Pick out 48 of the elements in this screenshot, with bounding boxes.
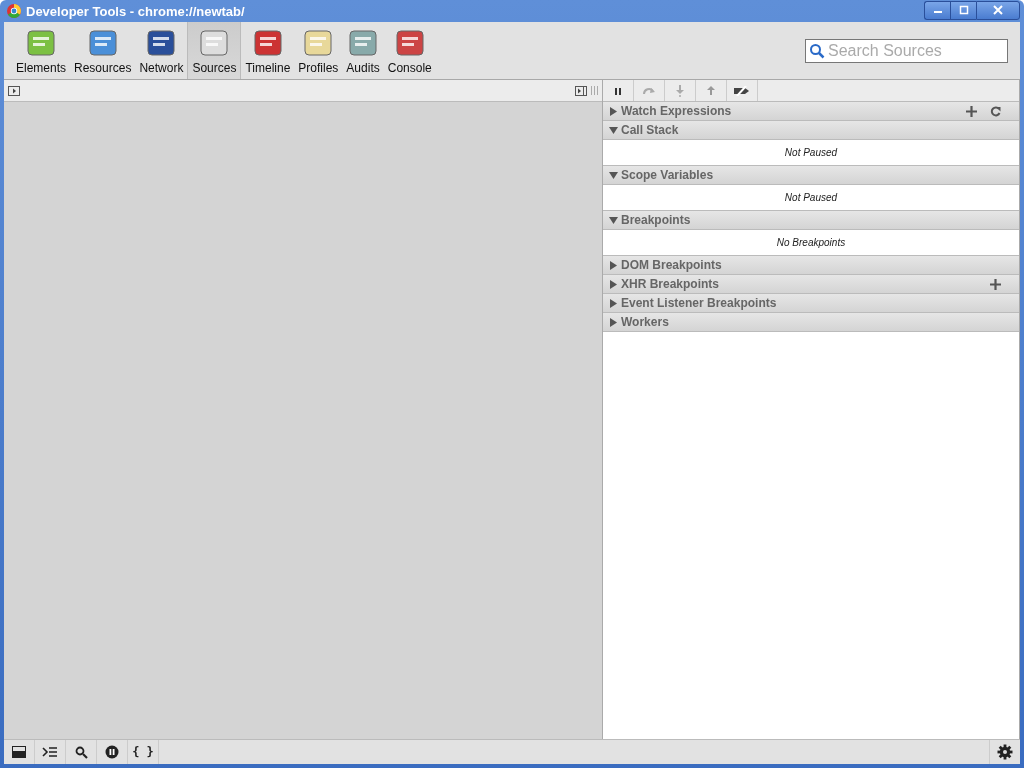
expanded-triangle-icon bbox=[609, 170, 618, 180]
pause-icon bbox=[613, 85, 623, 96]
panel-tab[interactable]: Console bbox=[383, 22, 436, 79]
panel-tab[interactable]: Timeline bbox=[241, 22, 295, 79]
pretty-print-button[interactable]: { } bbox=[128, 740, 159, 764]
section-header[interactable]: Watch Expressions bbox=[603, 102, 1019, 121]
panel-tab[interactable]: Resources bbox=[70, 22, 136, 79]
pause-icon bbox=[105, 745, 119, 759]
console-icon bbox=[42, 746, 58, 758]
dock-icon bbox=[12, 746, 26, 758]
search-icon bbox=[809, 42, 825, 59]
section-header[interactable]: XHR Breakpoints bbox=[603, 275, 1019, 294]
minimize-button[interactable] bbox=[924, 0, 950, 20]
settings-icon bbox=[997, 744, 1013, 760]
section-header[interactable]: Workers bbox=[603, 313, 1019, 332]
maximize-button[interactable] bbox=[950, 0, 976, 20]
hide-debugger-button[interactable] bbox=[575, 85, 587, 96]
add-icon[interactable] bbox=[990, 278, 1001, 290]
close-button[interactable] bbox=[976, 0, 1020, 20]
panel-toggle-icon bbox=[575, 85, 587, 96]
down-arrow-icon bbox=[675, 84, 685, 97]
crossed-breakpoint-icon bbox=[733, 85, 751, 96]
expanded-triangle-icon bbox=[609, 125, 618, 135]
curved-arrow-icon bbox=[642, 85, 656, 96]
show-navigator-button[interactable] bbox=[8, 85, 20, 96]
section-header[interactable]: DOM Breakpoints bbox=[603, 256, 1019, 275]
maximize-icon bbox=[958, 5, 969, 15]
panel-tab[interactable]: Profiles bbox=[294, 22, 343, 79]
panel-tab[interactable]: Elements bbox=[12, 22, 71, 79]
section-header[interactable]: Event Listener Breakpoints bbox=[603, 294, 1019, 313]
expanded-triangle-icon bbox=[609, 215, 618, 225]
section-header[interactable]: Breakpoints bbox=[603, 211, 1019, 230]
section-header[interactable]: Call Stack bbox=[603, 121, 1019, 140]
panel-tab[interactable]: Network bbox=[135, 22, 188, 79]
refresh-icon[interactable] bbox=[990, 105, 1001, 117]
window-title: Developer Tools - chrome://newtab/ bbox=[26, 3, 245, 19]
panel-tab[interactable]: Sources bbox=[187, 22, 242, 79]
browser-logo-icon bbox=[7, 4, 21, 18]
search-icon bbox=[74, 745, 88, 759]
add-icon[interactable] bbox=[966, 105, 977, 117]
collapsed-triangle-icon bbox=[609, 106, 618, 116]
resize-grip-icon[interactable] bbox=[591, 86, 598, 95]
panel-tab[interactable]: Audits bbox=[342, 22, 384, 79]
up-arrow-icon bbox=[706, 84, 716, 97]
section-header[interactable]: Scope Variables bbox=[603, 166, 1019, 185]
panel-toggle-icon bbox=[8, 85, 20, 96]
search-field[interactable]: Search Sources bbox=[805, 38, 1008, 63]
close-icon bbox=[993, 5, 1003, 15]
